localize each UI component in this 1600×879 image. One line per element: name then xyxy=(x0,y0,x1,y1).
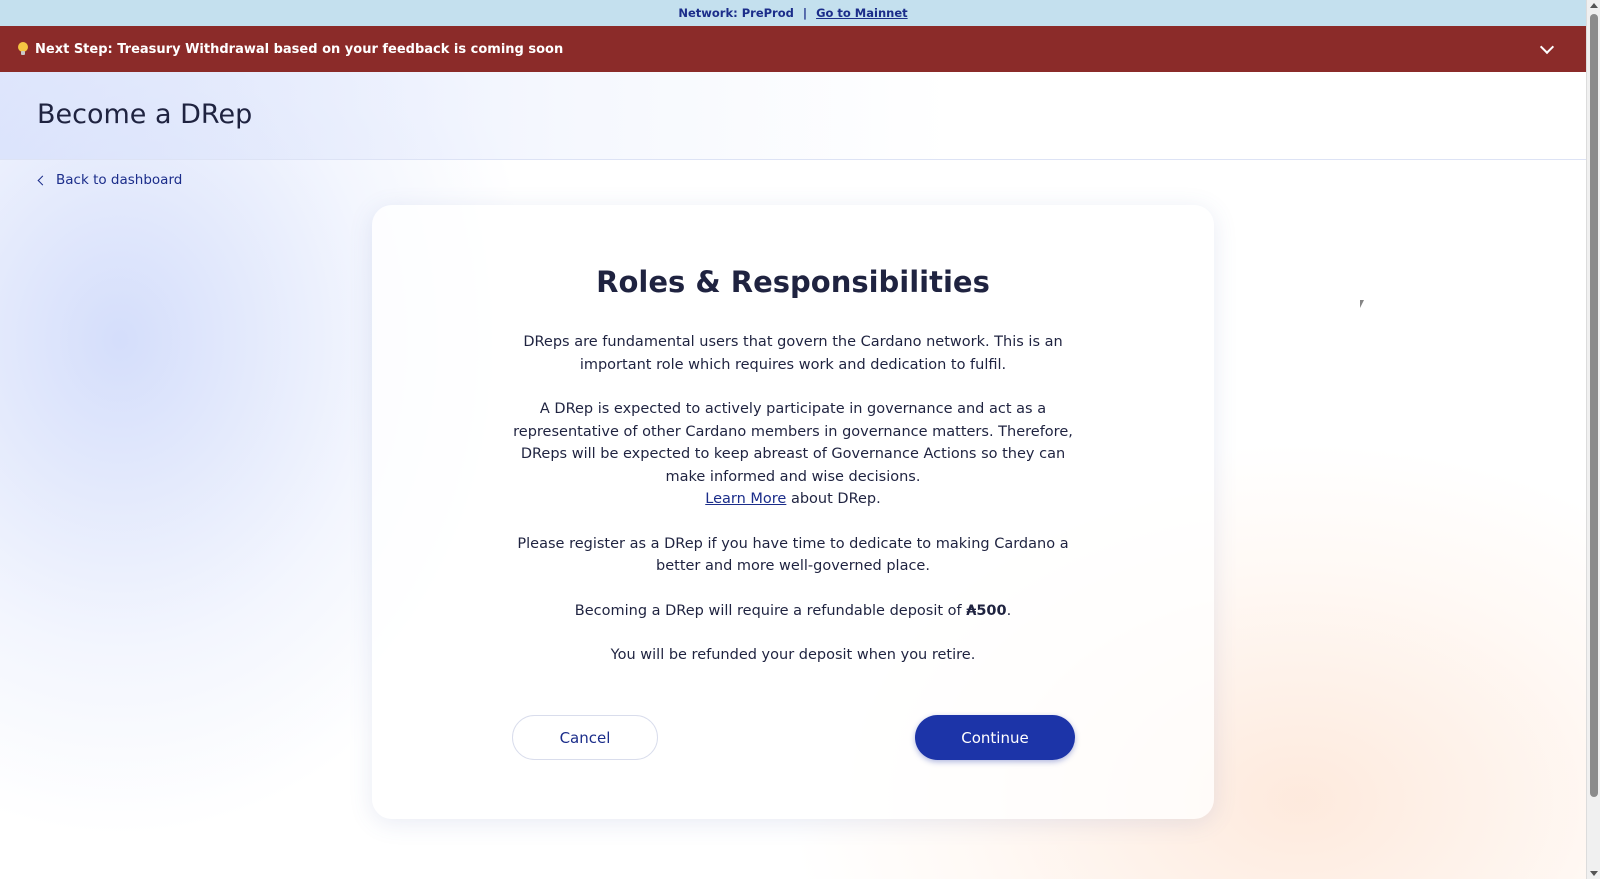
page-scrollbar[interactable] xyxy=(1586,0,1600,879)
deposit-suffix: . xyxy=(1006,602,1012,619)
network-separator: | xyxy=(802,6,808,20)
back-label: Back to dashboard xyxy=(56,172,183,188)
chevron-down-icon[interactable] xyxy=(1539,39,1555,55)
lightbulb-icon xyxy=(18,42,28,56)
cancel-button[interactable]: Cancel xyxy=(512,715,658,760)
chevron-left-icon xyxy=(37,175,48,185)
roles-card: Roles & Responsibilities DReps are funda… xyxy=(372,205,1214,819)
page: Network: PreProd | Go to Mainnet Next St… xyxy=(0,0,1600,879)
register-paragraph: Please register as a DRep if you have ti… xyxy=(517,535,1069,575)
card-body: DReps are fundamental users that govern … xyxy=(502,331,1084,689)
go-to-mainnet-link[interactable]: Go to Mainnet xyxy=(816,6,908,20)
scroll-down-arrow-icon[interactable] xyxy=(1590,871,1598,876)
page-title: Become a DRep xyxy=(37,99,253,130)
expectations-paragraph: A DRep is expected to actively participa… xyxy=(502,398,1084,511)
back-to-dashboard-link[interactable]: Back to dashboard xyxy=(36,172,182,188)
learn-more-suffix: about DRep. xyxy=(786,491,881,507)
network-bar: Network: PreProd | Go to Mainnet xyxy=(0,0,1586,26)
expectations-text: A DRep is expected to actively participa… xyxy=(513,401,1073,485)
learn-more-link[interactable]: Learn More xyxy=(705,491,786,507)
card-title: Roles & Responsibilities xyxy=(596,265,990,299)
scroll-up-arrow-icon[interactable] xyxy=(1590,3,1598,8)
announcement-banner: Next Step: Treasury Withdrawal based on … xyxy=(0,26,1586,72)
deposit-paragraph: Becoming a DRep will require a refundabl… xyxy=(502,600,1084,623)
banner-text: Next Step: Treasury Withdrawal based on … xyxy=(35,41,564,57)
page-header: Become a DRep xyxy=(0,72,1586,160)
network-label: Network: PreProd xyxy=(678,6,794,20)
deposit-amount: ₳500 xyxy=(966,602,1007,619)
scrollbar-thumb[interactable] xyxy=(1590,14,1598,797)
intro-paragraph: DReps are fundamental users that govern … xyxy=(523,334,1063,373)
continue-button[interactable]: Continue xyxy=(915,715,1075,760)
mouse-cursor-icon xyxy=(1360,300,1368,308)
refund-paragraph: You will be refunded your deposit when y… xyxy=(610,647,976,663)
deposit-prefix: Becoming a DRep will require a refundabl… xyxy=(574,602,967,619)
